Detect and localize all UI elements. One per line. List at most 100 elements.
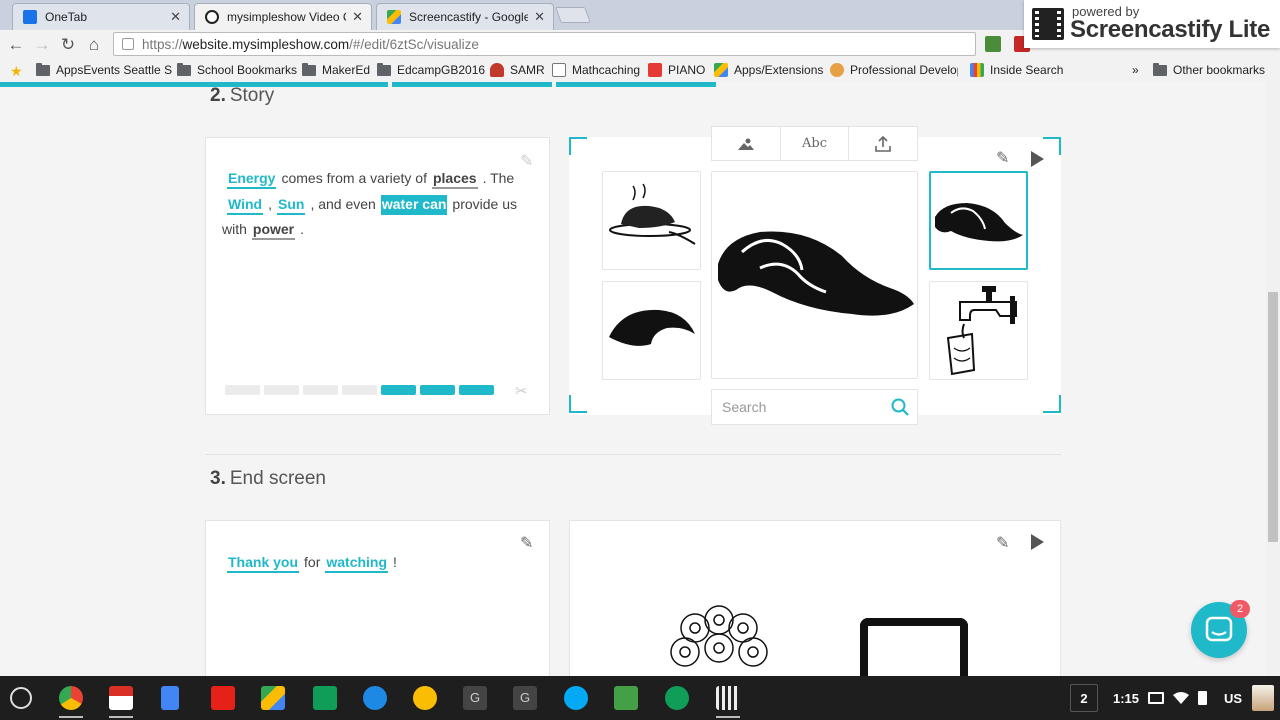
cast-icon[interactable] [614, 686, 638, 710]
upload-tab[interactable] [849, 127, 917, 160]
keyword[interactable]: Thank you [227, 553, 300, 573]
selected-keyword[interactable]: water can [380, 194, 448, 215]
keyword[interactable]: watching [325, 553, 389, 573]
clock[interactable]: 1:15 [1113, 676, 1139, 720]
story-text[interactable]: Energy comes from a variety of places. The… [222, 166, 532, 243]
keyword[interactable]: Energy [227, 169, 277, 189]
g-icon[interactable]: G [463, 686, 487, 710]
bookmarks-bar: ★ AppsEvents Seattle S School Bookmarks … [0, 60, 1280, 82]
tab-title: Screencastify - Google D [409, 10, 529, 24]
selection-bracket [1043, 395, 1061, 413]
tab-close-icon[interactable]: ✕ [170, 9, 181, 25]
youtube-icon[interactable] [211, 686, 235, 710]
gmail-icon[interactable] [109, 686, 133, 710]
bookmark-samr[interactable]: SAMR [490, 63, 545, 77]
drive-icon [714, 63, 728, 77]
sheets-icon[interactable] [665, 686, 689, 710]
keyword[interactable]: places [431, 169, 478, 189]
page-info-icon[interactable] [122, 38, 134, 50]
chrome-icon[interactable] [59, 686, 83, 710]
flower-bouquet-illustration-icon [670, 605, 768, 667]
docs-icon[interactable] [161, 686, 179, 710]
other-bookmarks[interactable]: Other bookmarks [1153, 62, 1265, 77]
g-icon[interactable]: G [513, 686, 537, 710]
camera-icon[interactable] [564, 686, 588, 710]
screen-icon[interactable] [1148, 676, 1164, 720]
bookmark-label: Professional Develop [850, 63, 958, 77]
timeline-segment[interactable] [342, 385, 377, 395]
folder-icon [377, 62, 391, 76]
tab-close-icon[interactable]: ✕ [352, 9, 363, 25]
tab-close-icon[interactable]: ✕ [534, 9, 545, 25]
text-tab[interactable]: Abc [781, 127, 850, 160]
bookmarks-overflow-icon[interactable]: » [1132, 63, 1139, 77]
drive-icon[interactable] [261, 686, 285, 710]
home-icon[interactable]: ⌂ [84, 35, 104, 55]
pencil-icon[interactable]: ✎ [996, 148, 1009, 168]
piano-icon [648, 63, 662, 77]
image-tile[interactable] [602, 171, 701, 270]
tab-screencastify[interactable]: Screencastify - Google D ✕ [376, 3, 554, 30]
bookmark-inside-search[interactable]: Inside Search [970, 63, 1063, 77]
image-tab[interactable] [712, 127, 781, 160]
timeline-segment[interactable] [225, 385, 260, 395]
user-avatar[interactable] [1252, 676, 1274, 720]
end-screen-word: ! [393, 554, 397, 570]
back-arrow-icon[interactable]: ← [6, 35, 26, 55]
section-divider [205, 454, 1061, 455]
keep-icon[interactable] [413, 686, 437, 710]
keyword[interactable]: power [251, 220, 296, 240]
classroom-icon[interactable] [313, 686, 337, 710]
bookmark-edcamp[interactable]: EdcampGB2016 [377, 62, 485, 77]
timeline-segment-active[interactable] [459, 385, 494, 395]
bookmark-label: Apps/Extensions [734, 63, 824, 77]
wifi-icon[interactable] [1173, 676, 1189, 720]
keyword[interactable]: Wind [227, 195, 264, 215]
end-screen-text[interactable]: Thank you for watching! [222, 550, 532, 576]
play-icon[interactable] [1031, 534, 1044, 550]
tab-mysimpleshow[interactable]: mysimpleshow Video Cr ✕ [194, 3, 372, 30]
samr-icon [490, 63, 504, 77]
keyboard-locale[interactable]: US [1224, 676, 1242, 720]
timeline-segment[interactable] [264, 385, 299, 395]
timeline-segment[interactable] [303, 385, 338, 395]
bookmark-appsevents[interactable]: AppsEvents Seattle S [36, 62, 172, 77]
image-search-input[interactable]: Search [711, 389, 918, 425]
desk-count[interactable]: 2 [1070, 684, 1098, 712]
bookmark-makered[interactable]: MakerEd [302, 62, 370, 77]
play-icon[interactable] [1031, 151, 1044, 167]
image-tile[interactable] [929, 281, 1028, 380]
launcher-icon[interactable] [10, 687, 32, 709]
bookmark-piano[interactable]: PIANO [648, 63, 705, 77]
timeline-segment-active[interactable] [420, 385, 455, 395]
image-preview [711, 171, 918, 379]
page-scrollbar[interactable] [1266, 82, 1280, 676]
video-icon[interactable] [716, 686, 740, 710]
bookmark-apps[interactable]: Apps/Extensions [714, 63, 823, 77]
search-icon[interactable] [891, 398, 909, 416]
keyword[interactable]: Sun [276, 195, 306, 215]
bookmark-star-icon[interactable]: ★ [10, 63, 23, 80]
bookmark-mathcaching[interactable]: Mathcaching [552, 63, 640, 77]
onetab-favicon-icon [23, 10, 37, 24]
scrollbar-thumb[interactable] [1268, 292, 1278, 542]
address-bar[interactable]: https:// website.mysimpleshow.com /#/edi… [113, 32, 976, 56]
new-tab-button[interactable] [555, 7, 591, 23]
timeline-segment-active[interactable] [381, 385, 416, 395]
frame-illustration-icon [860, 618, 968, 676]
image-tile-selected[interactable] [929, 171, 1028, 270]
image-tile[interactable] [602, 281, 701, 380]
files-icon[interactable] [363, 686, 387, 710]
forward-arrow-icon[interactable]: → [32, 35, 52, 55]
pencil-icon[interactable]: ✎ [996, 533, 1009, 553]
large-wave-illustration-icon [718, 231, 914, 316]
extension-icon[interactable] [985, 36, 1001, 52]
mysimpleshow-favicon-icon [205, 10, 219, 24]
bookmark-pd[interactable]: Professional Develop [830, 63, 958, 77]
scissors-icon[interactable]: ✂ [515, 382, 528, 400]
running-indicator [109, 716, 133, 718]
tab-onetab[interactable]: OneTab ✕ [12, 3, 190, 30]
battery-icon[interactable] [1198, 676, 1207, 720]
reload-icon[interactable]: ↻ [58, 35, 78, 55]
bookmark-school[interactable]: School Bookmarks [177, 62, 297, 77]
